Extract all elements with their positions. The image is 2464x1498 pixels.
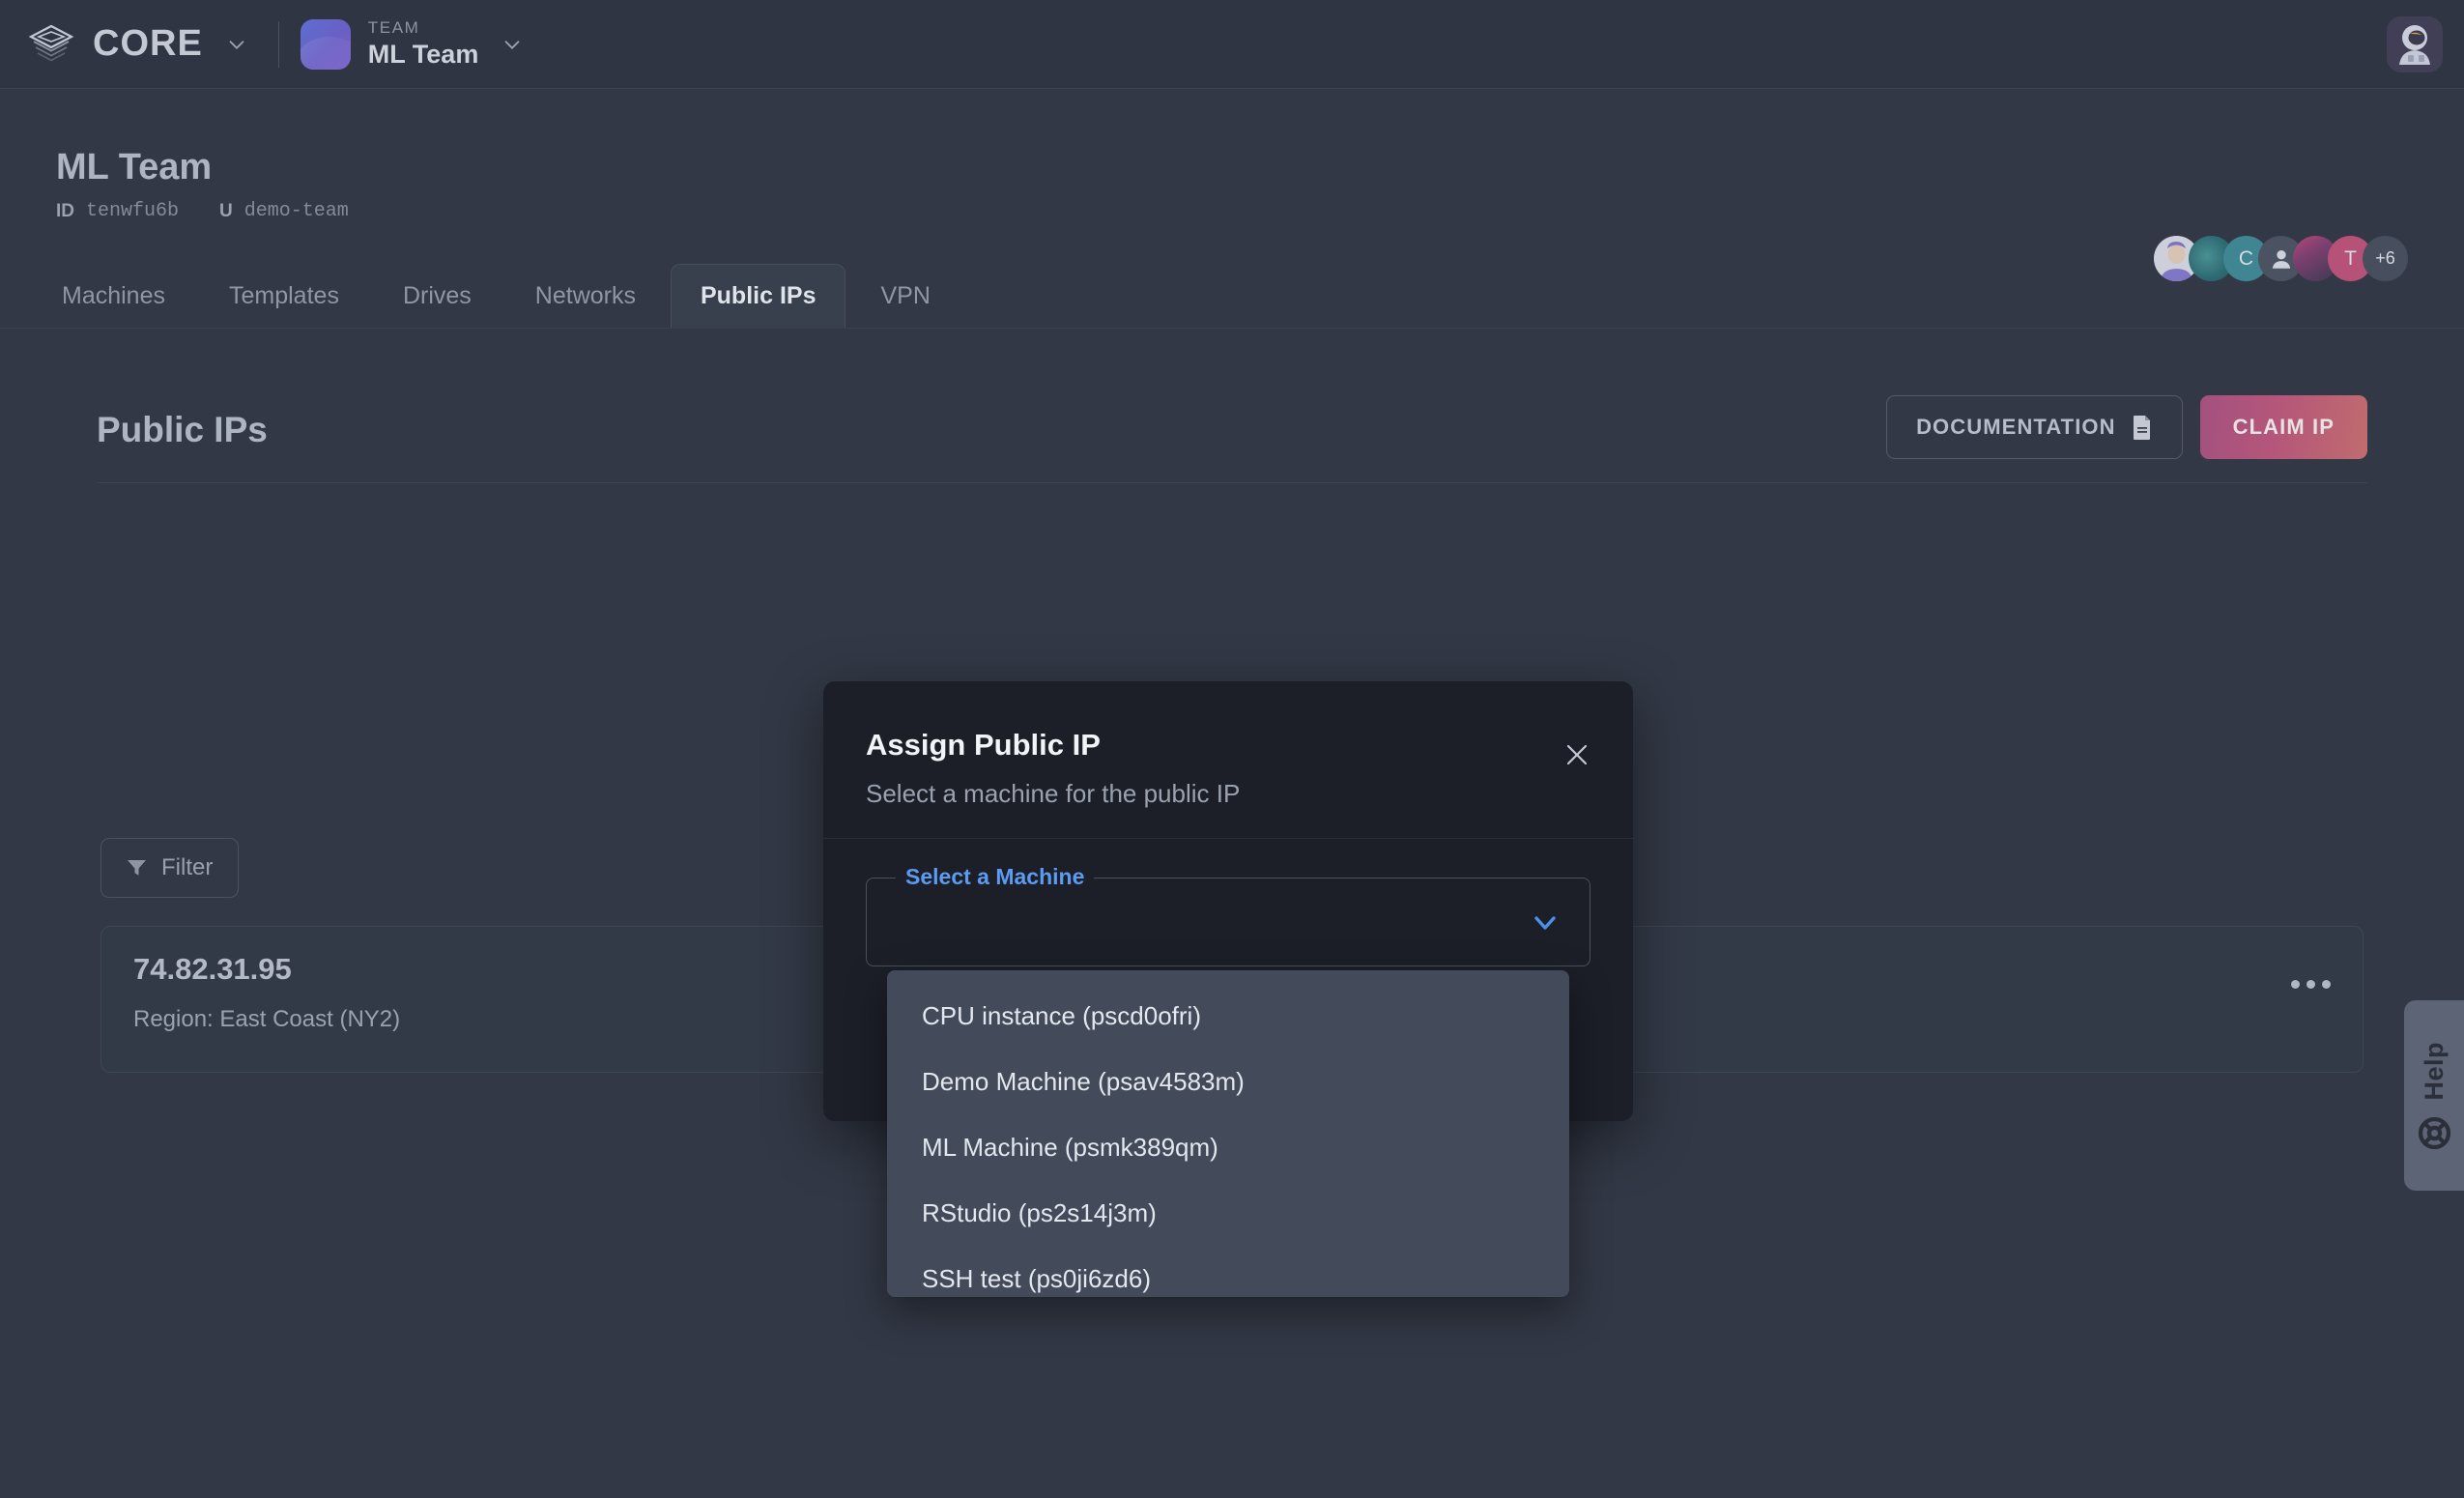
public-ip-region: Region: East Coast (NY2) xyxy=(133,1006,401,1032)
team-chevron-down-icon[interactable] xyxy=(496,26,529,63)
modal-subtitle: Select a machine for the public IP xyxy=(866,779,1241,808)
documentation-button[interactable]: DOCUMENTATION xyxy=(1886,394,2183,459)
section-header: Public IPs DOCUMENTATION CLAIM IP xyxy=(97,377,2367,483)
page-meta: ID tenwfu6b U demo-team xyxy=(56,200,349,222)
team-name-label: ML Team xyxy=(367,39,479,69)
section-tabs: Machines Templates Drives Networks Publi… xyxy=(0,263,2464,329)
tab-drives[interactable]: Drives xyxy=(374,265,501,328)
filter-button-label: Filter xyxy=(161,854,214,880)
tab-public-ips[interactable]: Public IPs xyxy=(670,264,846,329)
modal-title: Assign Public IP xyxy=(866,728,1101,762)
team-kicker-label: TEAM xyxy=(367,18,420,38)
claim-ip-button[interactable]: CLAIM IP xyxy=(2199,394,2367,459)
team-logo-icon xyxy=(300,18,351,70)
top-navigation-bar: CORE TEAM ML Team xyxy=(0,0,2464,89)
brand-name: CORE xyxy=(93,23,203,64)
tab-networks[interactable]: Networks xyxy=(506,265,665,328)
tab-templates[interactable]: Templates xyxy=(200,265,368,328)
layers-icon xyxy=(27,20,75,69)
section-actions: DOCUMENTATION CLAIM IP xyxy=(1886,394,2367,465)
option-ssh-test[interactable]: SSH test (ps0ji6zd6) xyxy=(887,1246,1569,1311)
tab-machines[interactable]: Machines xyxy=(33,265,194,328)
astronaut-avatar[interactable] xyxy=(2387,15,2443,72)
filter-button[interactable]: Filter xyxy=(100,838,240,898)
ellipsis-icon[interactable] xyxy=(2285,967,2335,1000)
option-ml-machine[interactable]: ML Machine (psmk389qm) xyxy=(887,1114,1569,1180)
option-rstudio[interactable]: RStudio (ps2s14j3m) xyxy=(887,1180,1569,1246)
brand-block: CORE xyxy=(0,20,253,69)
funnel-icon xyxy=(127,858,147,878)
close-icon[interactable] xyxy=(1558,735,1596,774)
page-title: ML Team xyxy=(56,147,213,187)
option-demo-machine[interactable]: Demo Machine (psav4583m) xyxy=(887,1049,1569,1114)
meta-user-key: U xyxy=(219,200,233,221)
machine-options-dropdown: CPU instance (pscd0ofri) Demo Machine (p… xyxy=(887,970,1569,1297)
select-machine-field[interactable]: Select a Machine xyxy=(866,864,1590,966)
public-ip-address: 74.82.31.95 xyxy=(133,952,292,986)
help-tab-label: Help xyxy=(2419,1041,2449,1101)
documentation-button-label: DOCUMENTATION xyxy=(1916,414,2116,439)
modal-header: Assign Public IP Select a machine for th… xyxy=(823,681,1633,839)
nav-divider xyxy=(277,20,279,68)
help-tab[interactable]: Help xyxy=(2404,1000,2464,1191)
meta-user-value: demo-team xyxy=(244,200,349,222)
lifebuoy-icon xyxy=(2418,1117,2450,1150)
team-switcher[interactable]: TEAM ML Team xyxy=(300,18,530,70)
meta-id-key: ID xyxy=(56,200,74,221)
document-icon xyxy=(2132,415,2153,440)
select-machine-label: Select a Machine xyxy=(896,864,1095,890)
tab-vpn[interactable]: VPN xyxy=(851,265,959,328)
brand-chevron-down-icon[interactable] xyxy=(220,26,253,63)
section-title: Public IPs xyxy=(97,409,268,449)
option-cpu-instance[interactable]: CPU instance (pscd0ofri) xyxy=(887,983,1569,1049)
topnav-right xyxy=(2387,15,2464,72)
meta-id-value: tenwfu6b xyxy=(86,200,180,222)
